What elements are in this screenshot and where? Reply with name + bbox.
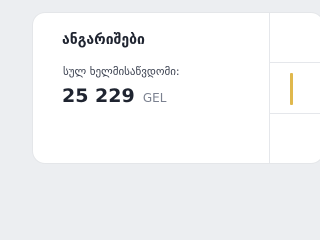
total-available-amount: 25 229 GEL xyxy=(62,85,166,107)
list-divider xyxy=(270,62,320,63)
total-available-value: 25 229 xyxy=(62,85,135,107)
accounts-card: ანგარიშები სულ ხელმისაწვდომი: 25 229 GEL xyxy=(33,13,320,163)
account-item-accent xyxy=(290,73,293,105)
accounts-title: ანგარიშები xyxy=(62,32,145,48)
accounts-list-pane[interactable] xyxy=(270,13,320,163)
total-available-label: სულ ხელმისაწვდომი: xyxy=(63,65,180,78)
currency-label: GEL xyxy=(142,91,167,105)
list-divider xyxy=(270,113,320,114)
